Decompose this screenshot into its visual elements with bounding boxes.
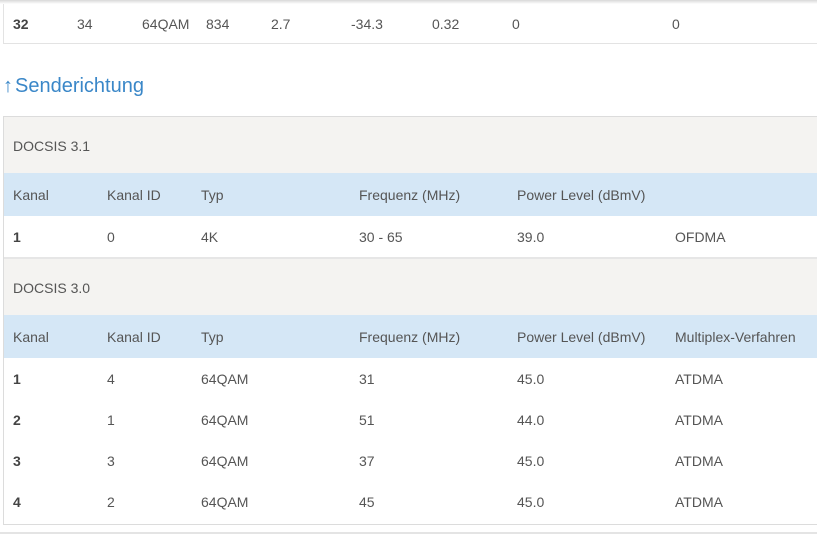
- cell-power-level: 45.0: [517, 494, 545, 510]
- cell-kanal: 2: [13, 412, 21, 428]
- section-link-label: Senderichtung: [15, 75, 144, 97]
- cell-kanal-id: 3: [107, 453, 115, 469]
- cell-uncorrected: 0: [672, 16, 680, 32]
- header-typ: Typ: [201, 329, 224, 345]
- cell-kanal: 32: [13, 16, 29, 32]
- table-row: 4 2 64QAM 45 45.0 ATDMA: [4, 481, 817, 522]
- group-label: DOCSIS 3.1: [13, 138, 91, 154]
- header-kanal: Kanal: [13, 329, 49, 345]
- cell-multiplex: ATDMA: [675, 453, 723, 469]
- table-row: 1 4 64QAM 31 45.0 ATDMA: [4, 358, 817, 400]
- cell-snr: -34.3: [351, 16, 383, 32]
- cell-frequenz: 31: [359, 371, 375, 387]
- cell-power-level: 44.0: [517, 412, 545, 428]
- table-header-docsis31: Kanal Kanal ID Typ Frequenz (MHz) Power …: [4, 173, 817, 216]
- cell-kanal-id: 34: [77, 16, 93, 32]
- header-typ: Typ: [201, 187, 224, 203]
- cell-power: 2.7: [271, 16, 291, 32]
- cell-typ: 4K: [201, 229, 219, 245]
- group-label: DOCSIS 3.0: [13, 280, 91, 296]
- group-header-docsis31: DOCSIS 3.1: [4, 117, 817, 173]
- cell-frequenz: 37: [359, 453, 375, 469]
- cell-kanal: 1: [13, 371, 21, 387]
- bottom-divider: [0, 532, 817, 534]
- table-row: 1 0 4K 30 - 65 39.0 OFDMA: [4, 216, 817, 258]
- header-frequenz: Frequenz (MHz): [359, 329, 461, 345]
- cell-kanal: 1: [13, 229, 21, 245]
- cell-kanal: 4: [13, 494, 21, 510]
- cell-multiplex: OFDMA: [675, 229, 726, 245]
- table-row: 2 1 64QAM 51 44.0 ATDMA: [4, 399, 817, 441]
- cell-multiplex: ATDMA: [675, 371, 723, 387]
- header-kanal: Kanal: [13, 187, 49, 203]
- table-row: 3 3 64QAM 37 45.0 ATDMA: [4, 440, 817, 482]
- cell-kanal: 3: [13, 453, 21, 469]
- cell-frequenz: 51: [359, 412, 375, 428]
- cell-kanal-id: 0: [107, 229, 115, 245]
- upstream-panel: DOCSIS 3.1 Kanal Kanal ID Typ Frequenz (…: [3, 116, 817, 525]
- header-multiplex: Multiplex-Verfahren: [675, 329, 796, 345]
- cell-typ: 64QAM: [201, 494, 249, 510]
- cell-errors: 0.32: [432, 16, 460, 32]
- cell-kanal-id: 2: [107, 494, 115, 510]
- header-power-level: Power Level (dBmV): [517, 329, 646, 345]
- table-header-docsis30: Kanal Kanal ID Typ Frequenz (MHz) Power …: [4, 315, 817, 358]
- header-kanal-id: Kanal ID: [107, 329, 161, 345]
- cell-power-level: 45.0: [517, 453, 545, 469]
- cell-typ: 64QAM: [201, 453, 249, 469]
- header-power-level: Power Level (dBmV): [517, 187, 646, 203]
- cell-frequenz: 45: [359, 494, 375, 510]
- cell-typ: 64QAM: [142, 16, 190, 32]
- downstream-table-last-row: 32 34 64QAM 834 2.7 -34.3 0.32 0 0: [3, 4, 817, 44]
- cell-kanal-id: 4: [107, 371, 115, 387]
- header-kanal-id: Kanal ID: [107, 187, 161, 203]
- cell-multiplex: ATDMA: [675, 494, 723, 510]
- header-frequenz: Frequenz (MHz): [359, 187, 461, 203]
- cell-frequenz: 30 - 65: [359, 229, 403, 245]
- section-link-senderichtung[interactable]: ↑ Senderichtung: [3, 75, 144, 98]
- arrow-up-icon: ↑: [3, 75, 13, 97]
- group-header-docsis30: DOCSIS 3.0: [4, 258, 817, 315]
- cell-power-level: 45.0: [517, 371, 545, 387]
- cell-multiplex: ATDMA: [675, 412, 723, 428]
- cell-kanal-id: 1: [107, 412, 115, 428]
- cell-typ: 64QAM: [201, 412, 249, 428]
- cell-typ: 64QAM: [201, 371, 249, 387]
- cell-corrected: 0: [512, 16, 520, 32]
- cell-frequenz: 834: [206, 16, 230, 32]
- cell-power-level: 39.0: [517, 229, 545, 245]
